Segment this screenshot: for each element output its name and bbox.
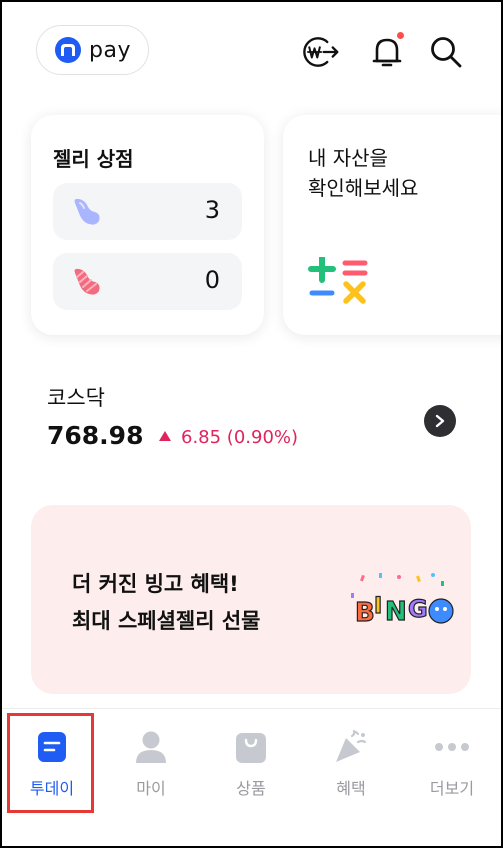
- shopping-bag-icon: [233, 729, 269, 765]
- banner-line-1: 더 커진 빙고 혜택!: [72, 572, 239, 596]
- notification-dot: [397, 32, 404, 39]
- bingo-banner[interactable]: 더 커진 빙고 혜택! 최대 스페셜젤리 선물 B I N G: [31, 505, 471, 694]
- index-detail-button[interactable]: [424, 405, 456, 437]
- svg-text:I: I: [374, 594, 382, 619]
- svg-text:B: B: [355, 598, 375, 628]
- nav-products[interactable]: 상품: [201, 709, 301, 809]
- banner-line-2: 최대 스페셜젤리 선물: [72, 609, 261, 633]
- app-screen: pay 젤리 상점 3 0 내 자산을 확인해보세요 코스닥 768.98 6.…: [0, 0, 503, 848]
- index-value: 768.98: [47, 421, 144, 450]
- index-change: 6.85 (0.90%): [159, 427, 298, 448]
- blue-jelly-count: 3: [204, 196, 220, 224]
- blue-jelly-row[interactable]: 3: [53, 183, 242, 240]
- pay-logo-button[interactable]: pay: [36, 25, 149, 75]
- jelly-store-card[interactable]: 젤리 상점 3 0: [31, 115, 264, 335]
- nav-benefits[interactable]: 혜택: [301, 709, 401, 809]
- asset-check-card[interactable]: 내 자산을 확인해보세요: [283, 115, 501, 335]
- index-name: 코스닥: [47, 386, 105, 410]
- nav-benefits-label: 혜택: [336, 779, 366, 798]
- more-icon: [434, 729, 470, 765]
- active-tab-highlight: [7, 713, 94, 813]
- asset-card-title: 내 자산을 확인해보세요: [308, 146, 419, 200]
- bell-icon[interactable]: [367, 32, 407, 72]
- bottom-nav: 투데이 마이 상품 혜택 더보기: [2, 708, 501, 846]
- red-jelly-icon: [71, 267, 103, 297]
- bingo-icon: B I N G: [349, 573, 457, 635]
- up-triangle-icon: [159, 431, 171, 441]
- nav-my-label: 마이: [136, 779, 166, 798]
- party-popper-icon: [333, 729, 369, 765]
- nav-more-label: 더보기: [429, 779, 475, 798]
- nav-products-label: 상품: [236, 779, 266, 798]
- jelly-store-title: 젤리 상점: [53, 147, 134, 171]
- kakao-logo-icon: [55, 37, 81, 63]
- svg-text:N: N: [385, 597, 407, 627]
- index-change-text: 6.85 (0.90%): [181, 427, 299, 448]
- logo-text: pay: [89, 37, 131, 63]
- nav-my[interactable]: 마이: [101, 709, 201, 809]
- blue-jelly-icon: [71, 197, 103, 227]
- red-jelly-count: 0: [204, 266, 220, 294]
- red-jelly-row[interactable]: 0: [53, 253, 242, 310]
- search-icon[interactable]: [426, 32, 466, 72]
- svg-text:G: G: [408, 595, 428, 623]
- chevron-right-icon: [435, 414, 445, 428]
- nav-more[interactable]: 더보기: [402, 709, 501, 809]
- currency-exchange-icon[interactable]: [300, 32, 340, 72]
- person-icon: [133, 729, 169, 765]
- calculator-icon: [308, 255, 370, 307]
